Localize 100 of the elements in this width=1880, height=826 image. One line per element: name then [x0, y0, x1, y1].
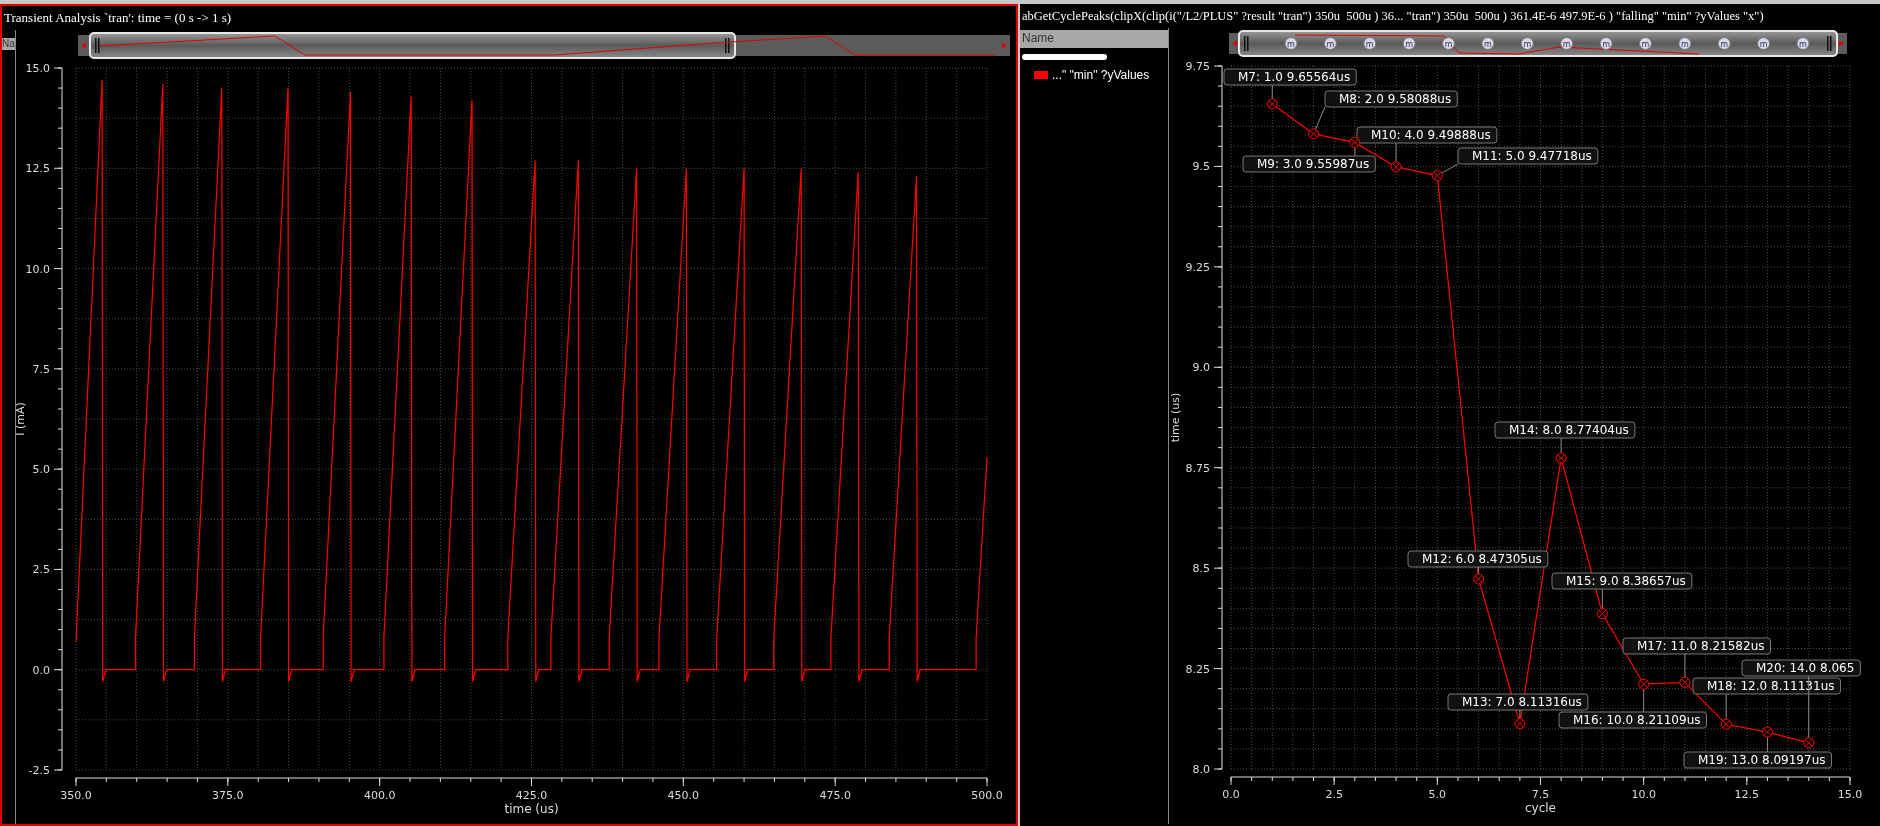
marker-label[interactable]: M11: 5.0 9.47718us — [1457, 147, 1599, 165]
annotation: M14: 8.0 8.77404us — [1509, 423, 1629, 437]
marker-label[interactable]: M16: 10.0 8.21109us — [1558, 711, 1707, 729]
leader-line — [1684, 653, 1686, 678]
marker-label[interactable]: M7: 1.0 9.65564us — [1223, 68, 1357, 86]
marker-label[interactable]: M15: 9.0 8.38657us — [1551, 572, 1693, 590]
annotation: M19: 13.0 8.09197us — [1698, 753, 1826, 767]
horizontal-scrollbar[interactable] — [1022, 54, 1107, 60]
leader-line — [1601, 588, 1603, 610]
marker-label[interactable]: M12: 6.0 8.47305us — [1407, 550, 1549, 568]
axis-tick-label: 450.0 — [667, 789, 700, 802]
axis-tick-label: -2.5 — [28, 764, 50, 777]
marker-label[interactable]: M19: 13.0 8.09197us — [1683, 751, 1832, 769]
data-point-marker[interactable] — [1679, 676, 1691, 688]
axis-tick-label: 5.0 — [32, 463, 50, 477]
leader-line — [1315, 106, 1326, 130]
marker-label[interactable]: M20: 14.0 8.065 — [1741, 659, 1861, 677]
legend-label[interactable]: ..." "min" ?yValues — [1052, 66, 1150, 84]
data-point-marker[interactable] — [1390, 161, 1402, 173]
annotation: M12: 6.0 8.47305us — [1422, 552, 1542, 566]
axis-tick-label: 12.5 — [1734, 788, 1760, 801]
axis-tick-label: 400.0 — [363, 789, 396, 802]
data-point-marker[interactable] — [1761, 726, 1773, 738]
axis-tick-label: 15.0 — [1837, 788, 1863, 801]
axis-tick-label: 9.25 — [1185, 260, 1210, 274]
leader-line — [1766, 736, 1768, 753]
marker-label[interactable]: M9: 3.0 9.55987us — [1242, 155, 1376, 173]
leader-line — [1808, 675, 1810, 739]
axis-tick-label: 7.5 — [1531, 788, 1550, 801]
axis-tick-label: 475.0 — [819, 789, 851, 802]
axis-title: time (us) — [1169, 392, 1182, 443]
annotation: M18: 12.0 8.11131us — [1707, 679, 1835, 693]
overview-scrollbar[interactable]: m m m m m m m m m m m m m m — [1229, 30, 1847, 57]
axis-tick-label: 2.5 — [1325, 788, 1343, 801]
annotation: M17: 11.0 8.21582us — [1637, 639, 1765, 653]
annotation: M20: 14.0 8.065 — [1756, 661, 1855, 675]
plot-title: abGetCyclePeaks(clipX(clip(i("/L2/PLUS" ?result "tran") 350u 500u ) 36... "tran") 350u 500u ) 361.4E-6 497.9E-6 ) "falling" "min" ?yValues "x") — [1021, 8, 1765, 25]
axis-tick-label: 7.5 — [32, 362, 50, 376]
data-point-marker[interactable] — [1266, 98, 1278, 110]
data-point-marker[interactable] — [1349, 136, 1361, 148]
leader-line — [1395, 142, 1397, 163]
axis-tick-label: 0.0 — [1222, 788, 1240, 801]
data-point-marker[interactable] — [1555, 452, 1567, 464]
axis-tick-label: 9.5 — [1192, 160, 1210, 174]
leader-line — [1643, 688, 1645, 713]
axis-tick-label: 8.75 — [1185, 461, 1210, 475]
data-point-marker[interactable] — [1596, 608, 1608, 620]
axis-tick-label: 2.5 — [32, 563, 50, 577]
axis-tick-label: 5.0 — [1428, 788, 1447, 801]
column-header[interactable]: Na — [2, 38, 15, 50]
axis-tick-label: 350.0 — [60, 789, 92, 802]
leader-line — [1725, 693, 1727, 720]
axis-tick-label: 425.0 — [515, 789, 548, 802]
annotation: M10: 4.0 9.49888us — [1371, 128, 1491, 142]
data-point-marker[interactable] — [1803, 737, 1815, 749]
marker-chip[interactable]: m — [1678, 37, 1692, 50]
leader-line — [1271, 84, 1273, 100]
annotation: M7: 1.0 9.65564us — [1238, 70, 1351, 84]
axis-title: I (mA) — [16, 402, 27, 436]
marker-label[interactable]: M13: 7.0 8.11316us — [1447, 693, 1589, 711]
data-point-marker[interactable] — [1308, 128, 1320, 140]
axis-tick-label: 15.0 — [25, 62, 50, 75]
axis-title: time (us) — [504, 802, 559, 816]
marker-chip[interactable]: m — [1402, 37, 1416, 50]
marker-label[interactable]: M14: 8.0 8.77404us — [1494, 421, 1636, 439]
axis-tick-label: 8.0 — [1192, 763, 1210, 776]
axis-tick-label: 10.0 — [25, 262, 50, 276]
axis-tick-label: 12.5 — [25, 162, 50, 176]
axis-title: cycle — [1525, 801, 1556, 815]
marker-label[interactable]: M17: 11.0 8.21582us — [1622, 637, 1771, 655]
marker-label[interactable]: M18: 12.0 8.11131us — [1692, 677, 1841, 695]
axis-tick-label: 500.0 — [971, 789, 1003, 802]
annotation: M16: 10.0 8.21109us — [1573, 713, 1701, 727]
marker-label[interactable]: M10: 4.0 9.49888us — [1356, 126, 1498, 144]
leader-line — [1560, 437, 1562, 454]
annotation: M15: 9.0 8.38657us — [1566, 574, 1686, 588]
leader-line — [1519, 709, 1521, 720]
leader-line — [1478, 566, 1480, 575]
marker-chip[interactable]: m — [1717, 37, 1731, 50]
leader-line — [1441, 163, 1459, 174]
axis-tick-label: 375.0 — [212, 789, 244, 802]
axis-tick-label: 9.0 — [1192, 361, 1210, 375]
axis-tick-label: 8.25 — [1185, 662, 1210, 676]
marker-chip[interactable]: m — [1363, 37, 1377, 50]
annotation: M13: 7.0 8.11316us — [1462, 695, 1582, 709]
data-point-marker[interactable] — [1473, 573, 1485, 585]
axis-tick-label: 10.0 — [1631, 788, 1656, 801]
data-point-marker[interactable] — [1514, 718, 1526, 730]
axis-tick-label: 9.75 — [1185, 60, 1210, 73]
annotation: M11: 5.0 9.47718us — [1472, 149, 1592, 163]
annotation: M9: 3.0 9.55987us — [1257, 157, 1370, 171]
data-point-marker[interactable] — [1720, 718, 1732, 730]
column-header[interactable]: Name — [1020, 30, 1168, 48]
annotation: M8: 2.0 9.58088us — [1339, 92, 1452, 106]
axis-tick-label: 0.0 — [32, 663, 50, 677]
overview-scrollbar[interactable] — [78, 32, 1010, 59]
data-point-marker[interactable] — [1431, 170, 1443, 182]
plot-title: Transient Analysis `tran': time = (0 s -> 1 s) — [3, 9, 233, 27]
data-point-marker[interactable] — [1638, 678, 1650, 690]
marker-label[interactable]: M8: 2.0 9.58088us — [1324, 90, 1458, 108]
